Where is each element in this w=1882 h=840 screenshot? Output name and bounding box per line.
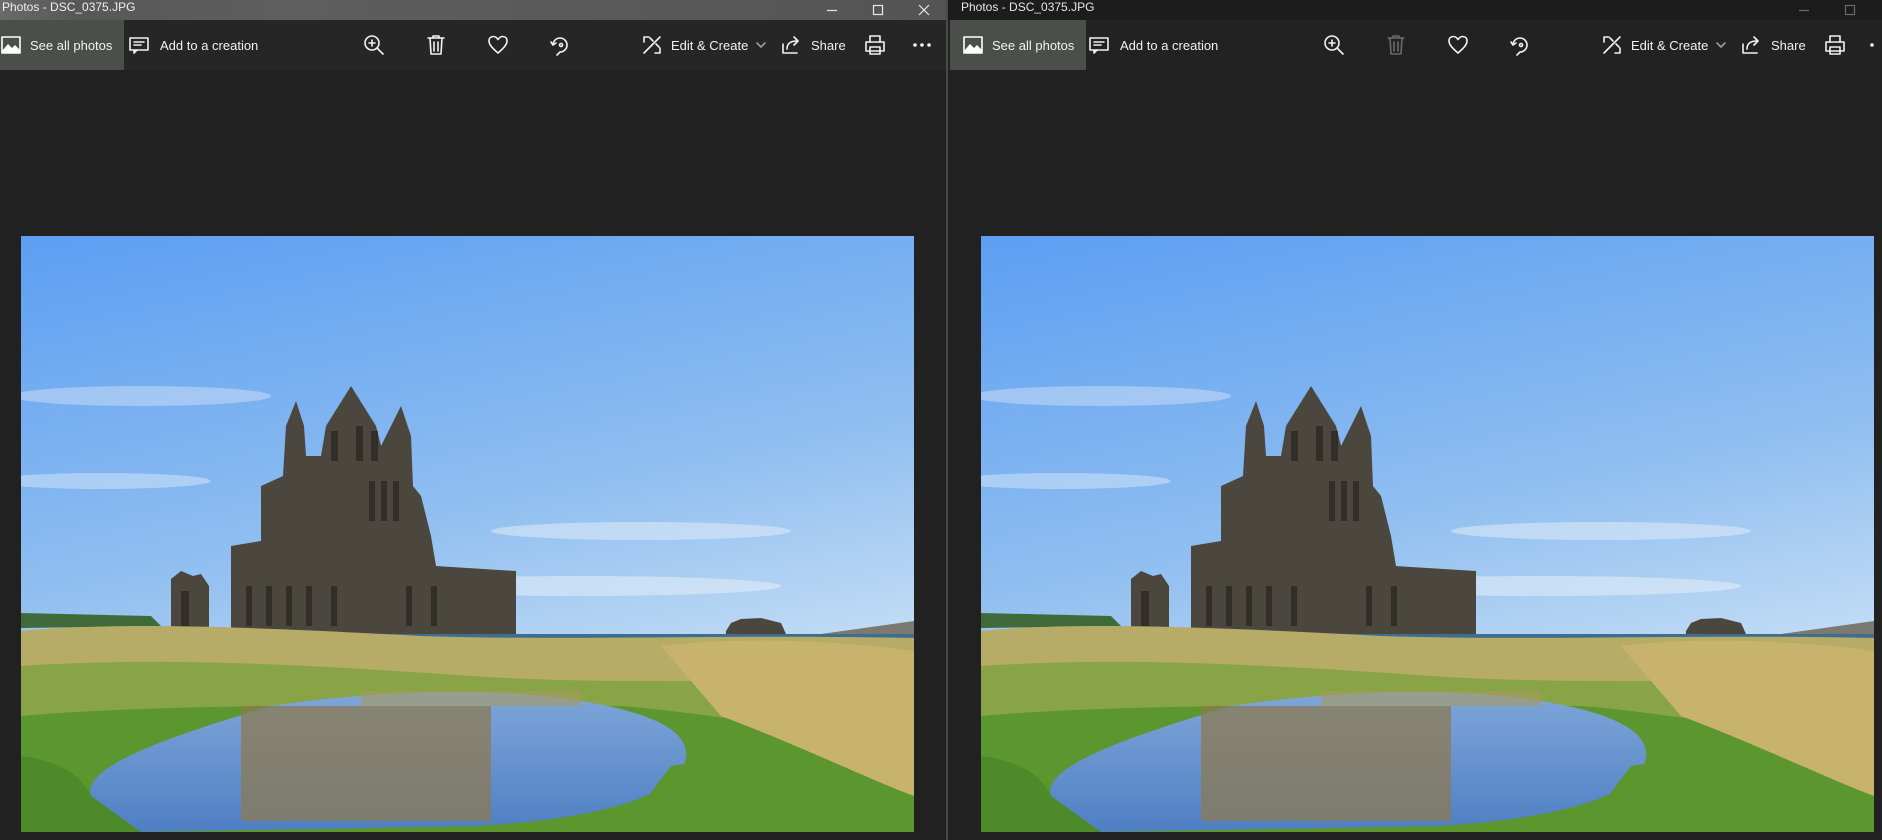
trash-icon <box>427 35 445 55</box>
zoom-in-icon <box>364 35 384 55</box>
add-to-creation-icon <box>129 37 149 54</box>
close-icon <box>918 4 930 16</box>
abbey-ruins-photo <box>21 236 914 832</box>
see-all-photos-label: See all photos <box>30 37 113 53</box>
maximize-button[interactable] <box>1828 0 1872 20</box>
share-button[interactable]: Share <box>780 20 846 70</box>
close-button[interactable] <box>902 0 946 20</box>
edit-create-button[interactable]: Edit & Create <box>641 20 767 70</box>
print-icon <box>1825 35 1845 55</box>
share-label: Share <box>811 37 846 53</box>
edit-create-icon <box>1603 36 1621 54</box>
rotate-button[interactable] <box>1500 20 1540 70</box>
share-icon <box>782 36 799 54</box>
share-icon <box>1742 36 1759 54</box>
chevron-down-icon <box>756 42 767 48</box>
window-title: Photos - DSC_0375.JPG <box>2 0 136 14</box>
delete-button[interactable] <box>1376 20 1416 70</box>
heart-icon <box>488 35 508 54</box>
print-button[interactable] <box>1815 20 1855 70</box>
more-options-button[interactable] <box>1862 20 1882 70</box>
minimize-button[interactable] <box>810 0 854 20</box>
photos-window-right: Photos - DSC_0375.JPG See all photos Add… <box>948 0 1882 840</box>
see-all-photos-button[interactable]: See all photos <box>950 20 1087 70</box>
toolbar: See all photos Add to a creation Edit & … <box>0 20 946 70</box>
photos-window-left: Photos - DSC_0375.JPG See all photos Add… <box>0 0 946 840</box>
abbey-ruins-photo <box>981 236 1874 832</box>
maximize-icon <box>872 4 884 16</box>
photos-icon <box>1 36 21 54</box>
maximize-button[interactable] <box>856 0 900 20</box>
share-button[interactable]: Share <box>1740 20 1806 70</box>
rotate-button[interactable] <box>540 20 580 70</box>
zoom-button[interactable] <box>354 20 394 70</box>
maximize-icon <box>1844 4 1856 16</box>
minimize-button[interactable] <box>1782 0 1826 20</box>
print-icon <box>865 35 885 55</box>
window-title: Photos - DSC_0375.JPG <box>961 0 1095 14</box>
edit-create-label: Edit & Create <box>1631 37 1709 53</box>
more-icon <box>1870 43 1874 47</box>
more-icon <box>913 43 931 47</box>
see-all-photos-button[interactable]: See all photos <box>0 20 125 70</box>
add-to-creation-label: Add to a creation <box>1120 37 1219 53</box>
rotate-icon <box>550 37 568 56</box>
delete-button[interactable] <box>416 20 456 70</box>
heart-icon <box>1448 35 1468 54</box>
edit-create-label: Edit & Create <box>671 37 749 53</box>
add-to-creation-label: Add to a creation <box>160 37 259 53</box>
rotate-icon <box>1510 37 1528 56</box>
chevron-down-icon <box>1716 42 1727 48</box>
favorite-button[interactable] <box>1438 20 1478 70</box>
add-to-creation-button[interactable]: Add to a creation <box>1088 20 1218 70</box>
add-to-creation-button[interactable]: Add to a creation <box>128 20 258 70</box>
photos-icon <box>963 36 983 54</box>
minimize-icon <box>1799 9 1809 12</box>
see-all-photos-label: See all photos <box>992 37 1075 53</box>
edit-create-icon <box>643 36 661 54</box>
minimize-icon <box>827 9 837 12</box>
more-options-button[interactable] <box>902 20 942 70</box>
photo-display[interactable] <box>981 236 1874 832</box>
print-button[interactable] <box>855 20 895 70</box>
favorite-button[interactable] <box>478 20 518 70</box>
title-bar[interactable]: Photos - DSC_0375.JPG <box>0 0 946 20</box>
zoom-button[interactable] <box>1314 20 1354 70</box>
trash-icon <box>1387 35 1405 55</box>
zoom-in-icon <box>1324 35 1344 55</box>
edit-create-button[interactable]: Edit & Create <box>1601 20 1727 70</box>
title-bar[interactable]: Photos - DSC_0375.JPG <box>948 0 1882 20</box>
toolbar: See all photos Add to a creation Edit & … <box>948 20 1882 70</box>
share-label: Share <box>1771 37 1806 53</box>
photo-display[interactable] <box>21 236 914 832</box>
add-to-creation-icon <box>1089 37 1109 54</box>
